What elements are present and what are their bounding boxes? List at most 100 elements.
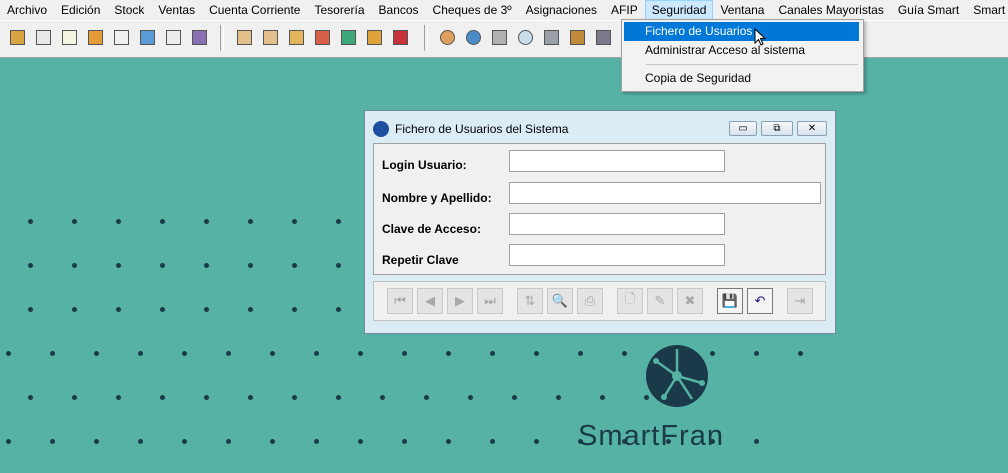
clipboard-icon[interactable] — [58, 26, 80, 48]
background-dot — [50, 439, 55, 444]
background-dot — [402, 351, 407, 356]
cash-icon[interactable] — [592, 26, 614, 48]
background-dot — [248, 263, 253, 268]
toolbar-separator — [424, 25, 428, 51]
chart-icon[interactable] — [110, 26, 132, 48]
stamp-icon[interactable] — [488, 26, 510, 48]
menu-archivo[interactable]: Archivo — [0, 0, 54, 20]
box-icon[interactable] — [363, 26, 385, 48]
toolbar-separator — [220, 25, 224, 51]
background-dot — [380, 395, 385, 400]
background-dot — [6, 439, 11, 444]
background-dot — [116, 395, 121, 400]
menu-afip[interactable]: AFIP — [604, 0, 645, 20]
menu-separator — [646, 64, 858, 65]
background-dot — [578, 351, 583, 356]
box-icon[interactable] — [389, 26, 411, 48]
report-icon[interactable] — [311, 26, 333, 48]
background-dot — [710, 351, 715, 356]
background-dot — [72, 219, 77, 224]
menu-guia-smart[interactable]: Guía Smart — [891, 0, 966, 20]
print-button[interactable]: ⎙ — [577, 288, 603, 314]
mouse-pointer-icon — [754, 28, 767, 46]
minimize-button[interactable]: ▭ — [729, 121, 757, 136]
background-dot — [468, 395, 473, 400]
report-icon[interactable] — [259, 26, 281, 48]
menu-stock[interactable]: Stock — [107, 0, 151, 20]
background-dot — [204, 263, 209, 268]
menu-bancos[interactable]: Bancos — [372, 0, 426, 20]
background-dot — [160, 219, 165, 224]
save-button[interactable]: 💾 — [717, 288, 743, 314]
clients-icon[interactable] — [6, 26, 28, 48]
nombre-input[interactable] — [509, 182, 821, 204]
report-icon[interactable] — [285, 26, 307, 48]
menu-cuenta-corriente[interactable]: Cuenta Corriente — [202, 0, 307, 20]
user-icon[interactable] — [436, 26, 458, 48]
login-input[interactable] — [509, 150, 725, 172]
background-dot — [600, 395, 605, 400]
money-icon[interactable] — [462, 26, 484, 48]
globe-icon[interactable] — [136, 26, 158, 48]
menu-canales-mayoristas[interactable]: Canales Mayoristas — [771, 0, 890, 20]
background-dot — [248, 395, 253, 400]
search-icon[interactable] — [514, 26, 536, 48]
first-record-button[interactable]: ⏮ — [387, 288, 413, 314]
menu-asignaciones[interactable]: Asignaciones — [519, 0, 604, 20]
settings-icon[interactable] — [540, 26, 562, 48]
edit-record-button[interactable]: ✎ — [647, 288, 673, 314]
user-form: Login Usuario: Nombre y Apellido: Clave … — [373, 143, 826, 275]
menu-tesoreria[interactable]: Tesorería — [307, 0, 371, 20]
menu-smart-coach[interactable]: Smart Coach — [966, 0, 1008, 20]
background-dot — [116, 263, 121, 268]
background-dot — [28, 263, 33, 268]
clave-input[interactable] — [509, 213, 725, 235]
search-button[interactable]: 🔍 — [547, 288, 573, 314]
menu-edicion[interactable]: Edición — [54, 0, 107, 20]
background-dot — [292, 395, 297, 400]
background-dot — [248, 219, 253, 224]
menu-item-copia-seguridad[interactable]: Copia de Seguridad — [624, 69, 859, 88]
delete-record-button[interactable]: ✖ — [677, 288, 703, 314]
undo-button[interactable]: ↶ — [747, 288, 773, 314]
background-dot — [798, 351, 803, 356]
tools-icon[interactable] — [188, 26, 210, 48]
calculator-icon[interactable] — [32, 26, 54, 48]
dialog-titlebar[interactable]: Fichero de Usuarios del Sistema ▭ ⧉ ✕ — [365, 111, 835, 143]
background-dot — [490, 439, 495, 444]
close-button[interactable]: ✕ — [797, 121, 827, 136]
background-dot — [226, 439, 231, 444]
background-dot — [6, 351, 11, 356]
box-icon[interactable] — [337, 26, 359, 48]
background-dot — [28, 307, 33, 312]
next-record-button[interactable]: ▶ — [447, 288, 473, 314]
brand-wordmark: SmartFran — [578, 420, 724, 452]
report-icon[interactable] — [233, 26, 255, 48]
background-dot — [292, 219, 297, 224]
nombre-label: Nombre y Apellido: — [382, 191, 492, 205]
prev-record-button[interactable]: ◀ — [417, 288, 443, 314]
bank-icon[interactable] — [566, 26, 588, 48]
menu-seguridad[interactable]: Seguridad — [644, 0, 714, 20]
menu-item-administrar-acceso[interactable]: Administrar Acceso al sistema — [624, 41, 859, 60]
background-dot — [116, 219, 121, 224]
exit-button[interactable]: ⇥ — [787, 288, 813, 314]
background-dot — [292, 263, 297, 268]
notes-icon[interactable] — [162, 26, 184, 48]
maximize-button[interactable]: ⧉ — [761, 121, 793, 136]
menu-item-fichero-usuarios[interactable]: Fichero de Usuarios — [624, 22, 859, 41]
document-icon[interactable] — [84, 26, 106, 48]
last-record-button[interactable]: ⏭ — [477, 288, 503, 314]
app-globe-icon — [373, 121, 389, 137]
background-dot — [336, 263, 341, 268]
menu-cheques[interactable]: Cheques de 3º — [426, 0, 519, 20]
login-label: Login Usuario: — [382, 158, 467, 172]
menu-ventana[interactable]: Ventana — [713, 0, 771, 20]
background-dot — [534, 439, 539, 444]
background-dot — [358, 439, 363, 444]
repetir-input[interactable] — [509, 244, 725, 266]
background-dot — [160, 395, 165, 400]
new-record-button[interactable]: 🗋 — [617, 288, 643, 314]
menu-ventas[interactable]: Ventas — [151, 0, 202, 20]
sort-button[interactable]: ⇅ — [517, 288, 543, 314]
